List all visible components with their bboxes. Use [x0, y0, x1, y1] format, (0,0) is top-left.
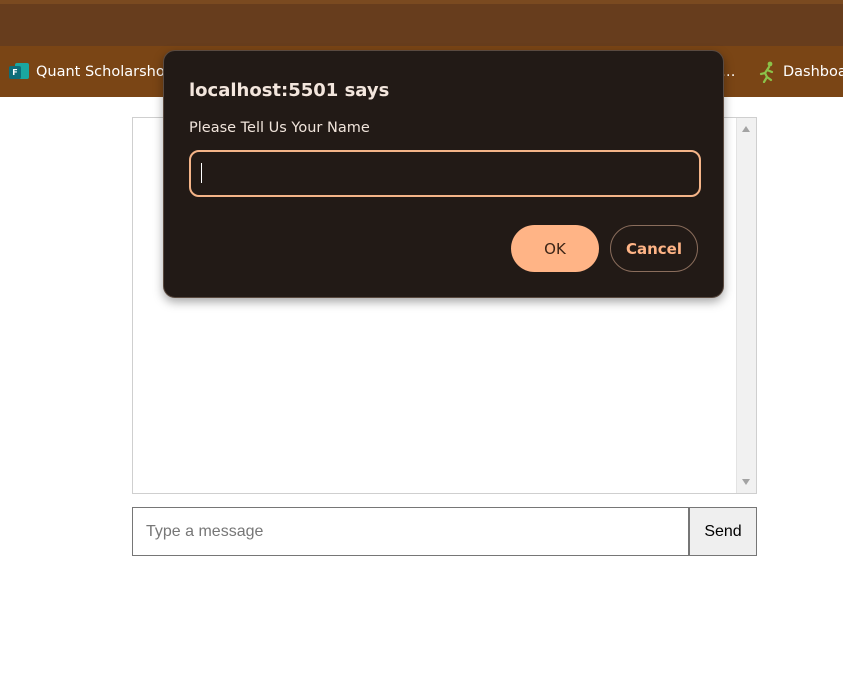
- ok-button[interactable]: OK: [511, 225, 599, 272]
- bookmark-quant-scholarshop[interactable]: F Quant Scholarshop: [9, 46, 174, 97]
- browser-toolbar: [0, 0, 843, 46]
- name-input[interactable]: [189, 150, 701, 197]
- send-button[interactable]: Send: [689, 507, 757, 556]
- runner-icon: [759, 61, 774, 83]
- text-caret: [201, 163, 202, 183]
- cancel-button[interactable]: Cancel: [610, 225, 698, 272]
- forms-icon: F: [9, 62, 29, 82]
- bookmark-label: Dashboa: [783, 63, 843, 80]
- message-input[interactable]: [132, 507, 689, 556]
- bookmark-label: Quant Scholarshop: [36, 63, 174, 80]
- dialog-title: localhost:5501 says: [189, 80, 390, 101]
- dialog-message: Please Tell Us Your Name: [189, 120, 370, 136]
- bookmark-dashboard[interactable]: Dashboa: [757, 46, 843, 97]
- scrollbar[interactable]: [736, 118, 756, 493]
- scroll-down-arrow-icon[interactable]: [742, 479, 750, 485]
- prompt-dialog: localhost:5501 says Please Tell Us Your …: [163, 50, 724, 298]
- scroll-up-arrow-icon[interactable]: [742, 126, 750, 132]
